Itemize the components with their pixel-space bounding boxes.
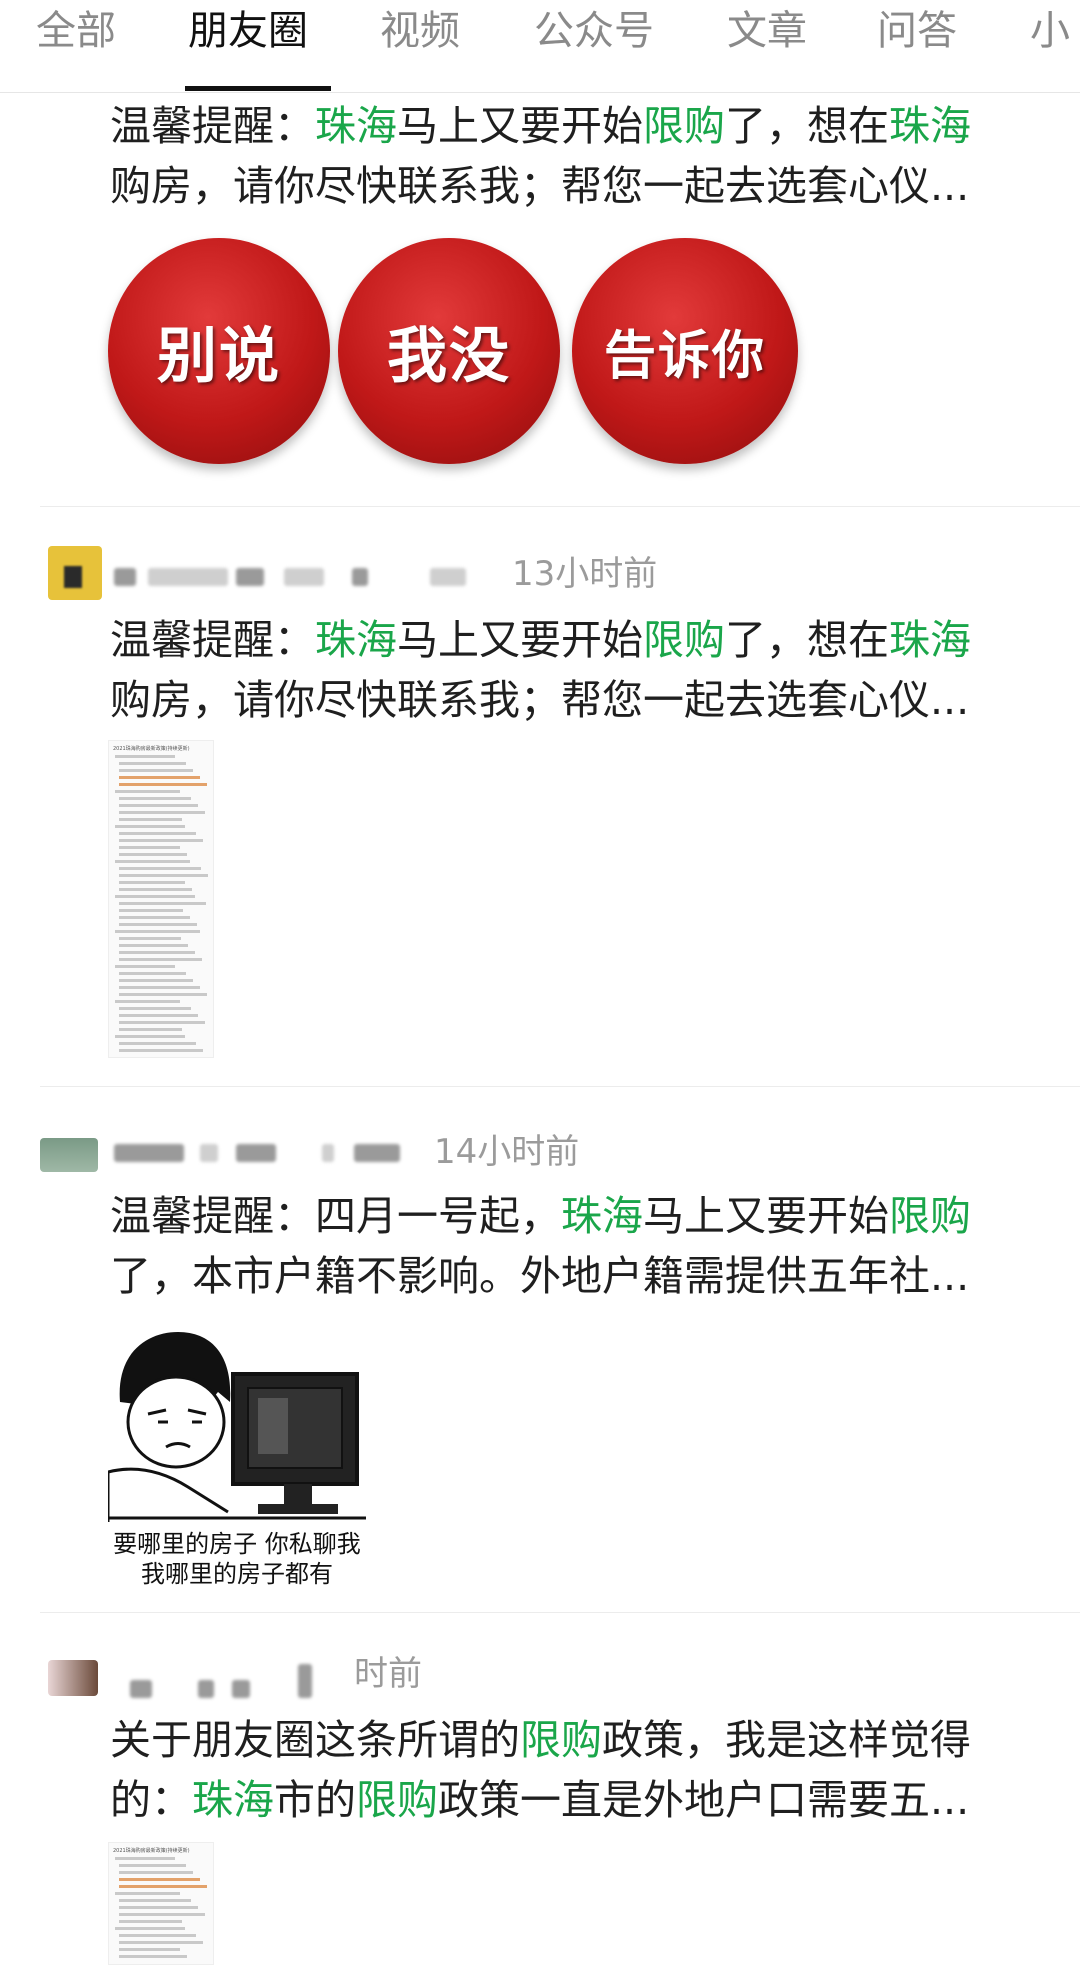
text-segment: 政策一直是外地户口需要五... [438,1776,970,1824]
text-segment: 市的 [274,1776,356,1824]
text-segment: 关于朋友圈这条所谓的 [110,1716,520,1764]
document-text-line [119,1920,182,1923]
text-segment: 的： [110,1776,192,1824]
keyword-highlight: 珠海 [192,1776,274,1824]
document-text-line [115,1857,175,1860]
document-text-line [119,1955,187,1958]
document-title: 2021珠海购房最新政策(持续更新) [113,1848,190,1854]
document-text-line [119,1864,186,1867]
post-time: 时前 [354,1654,422,1694]
document-text-line [115,1927,185,1930]
post-text: 关于朋友圈这条所谓的限购政策，我是这样觉得 的：珠海市的限购政策一直是外地户口需要… [110,1710,1050,1830]
document-text-line [115,1892,180,1895]
document-text-line [119,1885,207,1888]
keyword-highlight: 限购 [356,1776,438,1824]
text-segment: 政策，我是这样觉得 [602,1716,971,1764]
document-text-line [119,1878,200,1881]
moment-post[interactable]: 时前 关于朋友圈这条所谓的限购政策，我是这样觉得 的：珠海市的限购政策一直是外地户… [0,0,1080,1965]
document-text-line [119,1913,205,1916]
document-image[interactable]: 2021珠海购房最新政策(持续更新) [108,1842,214,1965]
document-text-line [119,1934,196,1937]
document-text-line [119,1899,191,1902]
document-text-line [119,1871,193,1874]
document-text-line [119,1941,203,1944]
document-text-line [119,1948,180,1951]
avatar[interactable] [48,1660,98,1696]
keyword-highlight: 限购 [520,1716,602,1764]
document-text-line [119,1906,198,1909]
